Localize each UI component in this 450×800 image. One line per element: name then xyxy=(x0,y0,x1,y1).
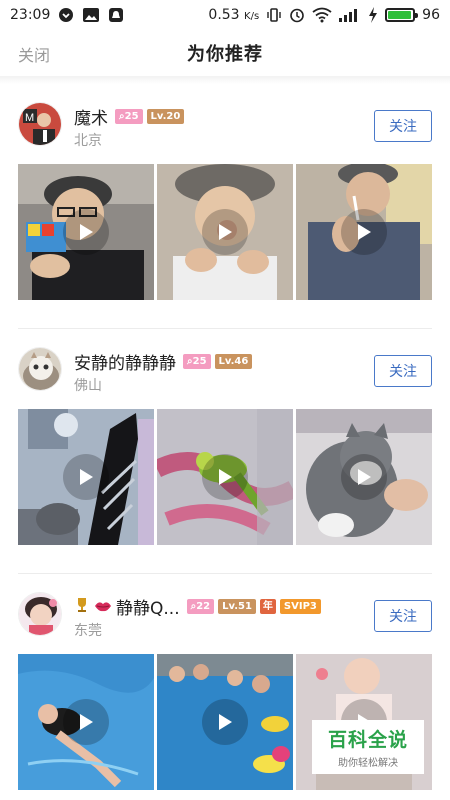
video-thumbnails xyxy=(18,164,433,300)
play-icon xyxy=(63,699,109,745)
svip-badge: SVIP3 xyxy=(279,599,321,614)
username[interactable]: 魔术 xyxy=(74,104,108,129)
download-icon xyxy=(58,7,74,23)
level-badge: Lv.51 xyxy=(218,599,256,614)
network-speed-value: 0.53 xyxy=(208,7,240,23)
fans-count: 25 xyxy=(124,111,139,122)
close-button[interactable]: 关闭 xyxy=(18,42,50,66)
video-thumbnail[interactable] xyxy=(157,409,293,545)
play-icon xyxy=(63,454,109,500)
video-thumbnail[interactable] xyxy=(296,409,432,545)
play-icon xyxy=(63,209,109,255)
battery-fill xyxy=(388,11,412,19)
page-title: 为你推荐 xyxy=(187,44,263,65)
play-icon xyxy=(202,699,248,745)
header: 关闭 为你推荐 xyxy=(0,30,450,76)
network-speed-unit: K/s xyxy=(244,11,260,22)
video-thumbnail[interactable] xyxy=(18,654,154,790)
user-card: M 魔术 ⌕25 Lv.20 北京 关注 xyxy=(0,84,450,329)
follow-button[interactable]: 关注 xyxy=(374,355,432,387)
fans-badge: ⌕25 xyxy=(183,354,211,369)
vibrate-icon xyxy=(266,7,282,23)
fans-badge: ⌕25 xyxy=(115,109,143,124)
location-label: 东莞 xyxy=(74,623,102,639)
alarm-icon xyxy=(289,7,305,23)
video-thumbnail[interactable] xyxy=(18,409,154,545)
play-icon xyxy=(202,209,248,255)
recommend-feed[interactable]: M 魔术 ⌕25 Lv.20 北京 关注 安静的静静静 ⌕25 Lv.46 佛山… xyxy=(0,84,450,800)
follow-button[interactable]: 关注 xyxy=(374,600,432,632)
fans-badge: ⌕22 xyxy=(186,599,215,614)
clock: 23:09 xyxy=(10,7,51,23)
username[interactable]: 安静的静静静 xyxy=(74,349,176,374)
play-icon xyxy=(341,454,387,500)
avatar[interactable]: M xyxy=(18,102,62,146)
video-thumbnail[interactable] xyxy=(157,654,293,790)
name-row: 魔术 ⌕25 Lv.20 xyxy=(74,104,185,129)
user-card: 安静的静静静 ⌕25 Lv.46 佛山 关注 xyxy=(0,329,450,574)
video-thumbnail[interactable] xyxy=(296,164,432,300)
name-row: 静静Q... ⌕22 Lv.51 年 SVIP3 xyxy=(74,594,321,619)
battery-percent: 96 xyxy=(422,7,440,23)
name-row: 安静的静静静 ⌕25 Lv.46 xyxy=(74,349,253,374)
level-badge: Lv.20 xyxy=(146,109,185,124)
level-badge: Lv.46 xyxy=(214,354,253,369)
battery-icon xyxy=(385,8,419,22)
location-label: 北京 xyxy=(74,133,102,149)
fans-count: 22 xyxy=(196,601,211,612)
username[interactable]: 静静Q... xyxy=(116,594,180,619)
video-thumbnails xyxy=(18,409,433,545)
header-divider xyxy=(0,76,450,84)
network-speed: 0.53 K/s xyxy=(208,7,259,23)
play-icon xyxy=(341,209,387,255)
signal-icon xyxy=(339,8,361,22)
avatar[interactable] xyxy=(18,592,62,636)
follow-button[interactable]: 关注 xyxy=(374,110,432,142)
notification-icon xyxy=(108,7,124,23)
watermark-logo: 百科全说 助你轻松解决 xyxy=(312,720,424,774)
watermark-title: 百科全说 xyxy=(327,729,408,751)
video-thumbnail[interactable] xyxy=(157,164,293,300)
gallery-icon xyxy=(82,7,100,23)
lips-icon xyxy=(94,598,112,616)
status-bar: 23:09 0.53 K/s 96 xyxy=(0,0,450,30)
year-badge: 年 xyxy=(259,599,276,614)
fans-count: 25 xyxy=(192,356,207,367)
play-icon xyxy=(202,454,248,500)
watermark-subtitle: 助你轻松解决 xyxy=(338,758,398,769)
wifi-icon xyxy=(312,7,332,23)
charging-icon xyxy=(368,7,378,23)
location-label: 佛山 xyxy=(74,378,102,394)
avatar[interactable] xyxy=(18,347,62,391)
svg-text:M: M xyxy=(25,112,34,124)
trophy-icon xyxy=(74,597,90,617)
video-thumbnail[interactable] xyxy=(18,164,154,300)
